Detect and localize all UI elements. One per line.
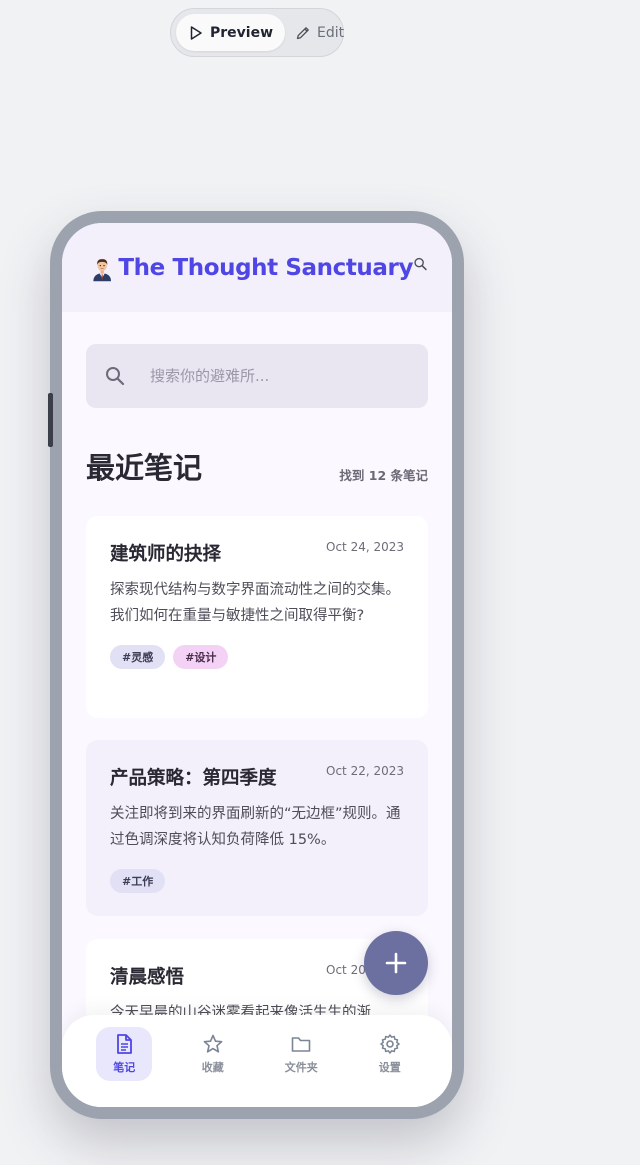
note-title: 清晨感悟	[110, 967, 185, 988]
folder-icon	[291, 1037, 311, 1052]
section-title: 最近笔记	[86, 451, 203, 485]
notes-count: 找到 12 条笔记	[339, 468, 428, 483]
edit-label: Edit	[317, 24, 345, 41]
bottom-nav: 笔记 收藏 文件夹 设置	[62, 1015, 452, 1107]
nav-label: 笔记	[113, 1061, 136, 1074]
pencil-icon	[296, 26, 309, 39]
preview-button[interactable]: Preview	[176, 14, 286, 51]
tag-list: #灵感 #设计	[110, 645, 404, 669]
preview-label: Preview	[210, 24, 274, 41]
note-card[interactable]: 建筑师的抉择 Oct 24, 2023 探索现代结构与数字界面流动性之间的交集。…	[86, 516, 428, 718]
add-note-button[interactable]	[364, 931, 428, 995]
phone-side-button	[48, 393, 53, 447]
plus-icon	[385, 952, 407, 974]
nav-item-notes[interactable]: 笔记	[96, 1027, 153, 1081]
nav-label: 设置	[378, 1061, 401, 1074]
note-body: 关注即将到来的界面刷新的“无边框”规则。通过色调深度将认知负荷降低 15%。	[110, 806, 401, 848]
app-header: The Thought Sanctuary	[62, 223, 452, 312]
document-icon	[117, 1034, 133, 1054]
star-icon	[203, 1034, 223, 1053]
nav-label: 文件夹	[284, 1061, 318, 1074]
nav-label: 收藏	[201, 1061, 224, 1074]
tag[interactable]: #工作	[110, 869, 166, 893]
note-date: Oct 24, 2023	[326, 540, 404, 554]
phone-frame: The Thought Sanctuary 最近笔记 找到 12 条笔记 建筑师…	[50, 211, 464, 1119]
tag-list: #工作	[110, 869, 404, 893]
search-input[interactable]	[150, 367, 390, 385]
search-bar	[86, 344, 428, 408]
note-date: Oct 22, 2023	[326, 764, 404, 778]
gear-icon	[380, 1034, 400, 1054]
tag[interactable]: #设计	[173, 645, 229, 669]
note-title: 建筑师的抉择	[110, 544, 222, 565]
note-card[interactable]: 产品策略：第四季度 Oct 22, 2023 关注即将到来的界面刷新的“无边框”…	[86, 740, 428, 916]
edit-button[interactable]: Edit	[285, 14, 356, 51]
search-icon	[106, 367, 125, 386]
search-icon[interactable]	[413, 253, 428, 275]
tag[interactable]: #灵感	[110, 645, 166, 669]
nav-item-settings[interactable]: 设置	[362, 1027, 418, 1081]
nav-item-folders[interactable]: 文件夹	[273, 1027, 329, 1081]
note-title: 产品策略：第四季度	[110, 768, 277, 789]
avatar	[93, 258, 112, 281]
app-title: The Thought Sanctuary	[118, 254, 414, 281]
note-body: 探索现代结构与数字界面流动性之间的交集。我们如何在重量与敏捷性之间取得平衡?	[110, 582, 400, 624]
nav-item-favorites[interactable]: 收藏	[185, 1027, 241, 1081]
phone-screen: The Thought Sanctuary 最近笔记 找到 12 条笔记 建筑师…	[62, 223, 452, 1107]
mode-toggle: Preview Edit	[170, 8, 344, 57]
play-icon	[190, 25, 202, 40]
